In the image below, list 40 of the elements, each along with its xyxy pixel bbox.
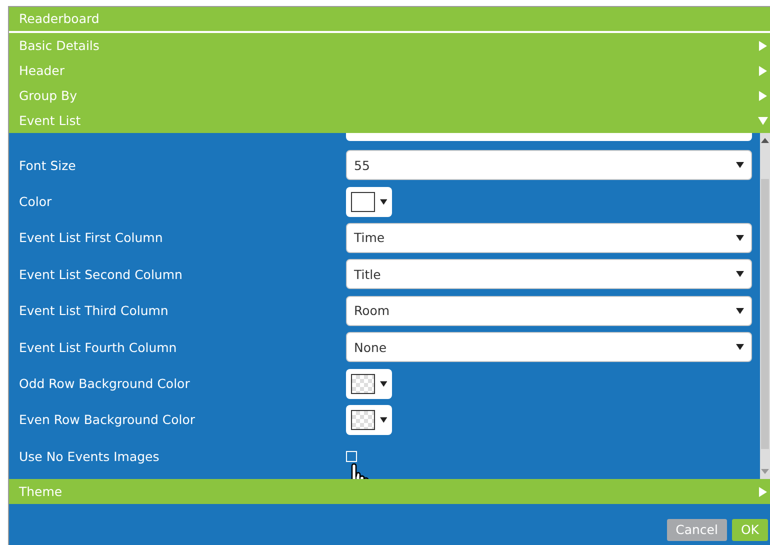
caret-icon [380, 198, 387, 205]
caret-icon [380, 380, 387, 387]
color-picker[interactable] [346, 404, 392, 435]
field-label: Event List First Column [19, 230, 164, 246]
section-header[interactable]: Group By [9, 83, 770, 108]
caret-icon [736, 271, 744, 278]
select-field[interactable]: Room [346, 296, 752, 326]
field-label: Use No Events Images [19, 448, 160, 464]
field-label: Event List Third Column [19, 303, 170, 318]
field-label: Event List Second Column [19, 266, 184, 282]
checkbox[interactable] [346, 450, 357, 462]
caret-icon [736, 162, 744, 168]
select-field[interactable]: 55 [346, 150, 752, 180]
field-label: Odd Row Background Color [19, 376, 191, 392]
triangle-right-icon [758, 486, 768, 496]
color-picker[interactable] [346, 368, 392, 399]
caret-icon [736, 234, 744, 241]
field-label: Font Size [19, 158, 77, 173]
ok-button[interactable]: OK [732, 518, 768, 540]
triangle-right-icon [758, 90, 768, 100]
select-field[interactable]: None [346, 332, 752, 362]
section-header[interactable]: Header [9, 58, 770, 83]
scroll-up-icon[interactable] [761, 137, 769, 143]
field-label: Even Row Background Color [19, 412, 196, 428]
field-label: Color [19, 194, 53, 210]
caret-icon [736, 308, 744, 314]
section-header[interactable]: Theme [9, 479, 770, 504]
caret-icon [736, 344, 744, 350]
triangle-right-icon [758, 66, 768, 76]
triangle-down-icon [758, 116, 768, 126]
select-field[interactable]: Title [346, 259, 752, 290]
cancel-button[interactable]: Cancel [666, 518, 727, 540]
select-field[interactable]: Time [346, 222, 752, 253]
window-title: Readerboard [9, 7, 770, 33]
color-picker[interactable] [346, 186, 392, 217]
field-label: Event List Fourth Column [19, 340, 178, 355]
section-header[interactable]: Event List [9, 108, 770, 133]
section-header[interactable]: Basic Details [9, 33, 770, 58]
caret-icon [380, 416, 387, 423]
triangle-right-icon [758, 40, 768, 50]
